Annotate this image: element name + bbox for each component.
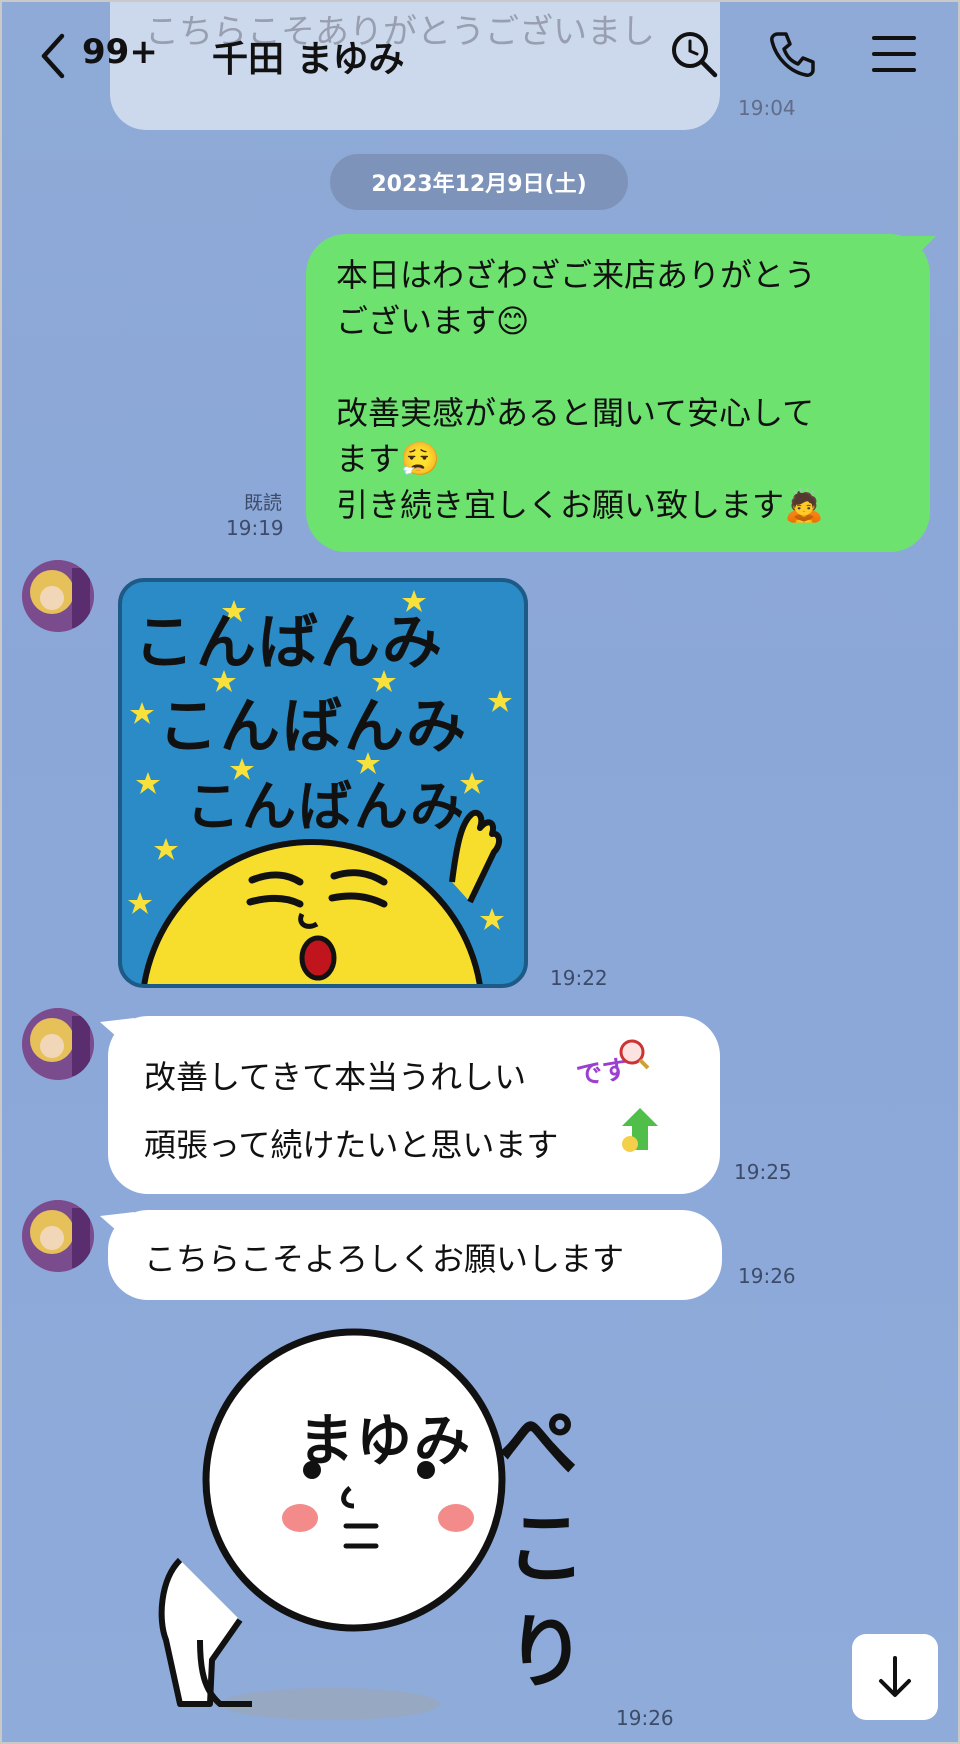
avatar-image — [22, 1200, 94, 1272]
outgoing-message-bubble[interactable]: 本日はわざわざご来店ありがとう ございます😊 改善実感があると聞いて安心して ま… — [306, 234, 930, 552]
outgoing-line: 引き続き宜しくお願い致します🙇 — [336, 486, 824, 524]
sticker-bow-char: り — [506, 1606, 586, 1699]
date-separator: 2023年12月9日(土) — [330, 154, 628, 210]
message-time: 19:25 — [734, 1160, 792, 1184]
incoming-line: 改善してきて本当うれしい — [144, 1058, 527, 1096]
contact-avatar[interactable] — [22, 1008, 94, 1080]
avatar-image — [22, 1008, 94, 1080]
sticker-bow-char: こ — [506, 1502, 586, 1595]
contact-avatar[interactable] — [22, 560, 94, 632]
sticker-konbanmi[interactable]: こんばんみ こんばんみ こんばんみ — [118, 578, 528, 988]
menu-icon[interactable] — [866, 26, 922, 82]
magnifier-emoji-icon — [619, 1039, 650, 1070]
message-time: 19:19 — [226, 516, 284, 540]
unread-count[interactable]: 99+ — [82, 32, 158, 72]
outgoing-line: ます😮‍💨 — [336, 440, 440, 478]
message-time: 19:26 — [616, 1706, 674, 1730]
incoming-line: 頑張って続けたいと思います — [144, 1126, 559, 1164]
incoming-message-bubble[interactable]: 改善してきて本当うれしい 頑張って続けたいと思います です — [108, 1016, 720, 1194]
message-time: 19:22 — [550, 966, 608, 990]
incoming-text: こちらこそよろしくお願いします — [144, 1240, 625, 1278]
message-time: 19:26 — [738, 1264, 796, 1288]
sticker-bow-char: ぺ — [498, 1398, 578, 1491]
contact-avatar[interactable] — [22, 1200, 94, 1272]
chevron-left-icon[interactable] — [34, 30, 74, 82]
phone-icon[interactable] — [764, 26, 820, 82]
search-icon[interactable] — [666, 26, 722, 82]
outgoing-line: ございます😊 — [336, 302, 530, 340]
sticker-text-row: こんばんみ — [186, 775, 466, 838]
sticker-text-row: こんばんみ — [134, 608, 444, 678]
chat-header: 99+ 千田 まゆみ — [0, 0, 960, 112]
up-arrow-emoji-icon — [622, 1108, 658, 1152]
arrow-down-icon — [879, 1656, 911, 1697]
sticker-text-row: こんばんみ — [158, 692, 468, 762]
incoming-message-bubble[interactable]: こちらこそよろしくお願いします — [108, 1210, 722, 1300]
scroll-to-bottom-button[interactable] — [852, 1634, 938, 1720]
avatar-image — [22, 560, 94, 632]
sticker-name-text: まゆみ — [298, 1409, 472, 1474]
outgoing-line: 改善実感があると聞いて安心して — [336, 394, 815, 432]
contact-name[interactable]: 千田 まゆみ — [212, 30, 405, 82]
read-receipt: 既読 — [244, 492, 283, 514]
outgoing-line: 本日はわざわざご来店ありがとう — [336, 256, 817, 294]
outgoing-line — [336, 344, 900, 390]
